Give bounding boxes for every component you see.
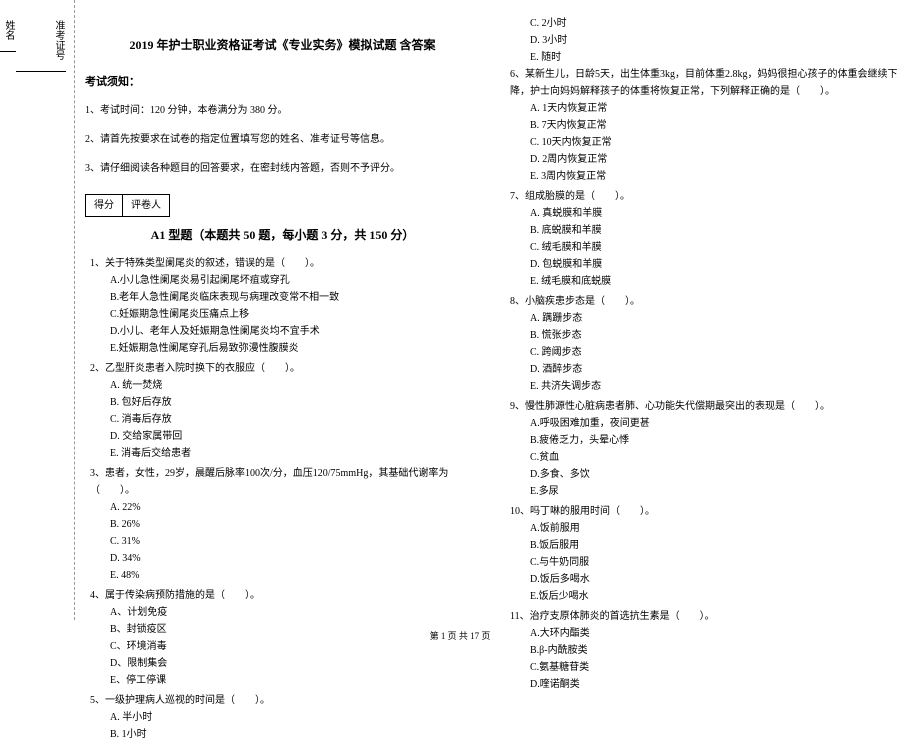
option: D、限制集会 <box>110 655 480 672</box>
options-group: A. 统一焚烧B. 包好后存放C. 消毒后存放D. 交给家属带回E. 消毒后交给… <box>85 377 480 462</box>
options-group: A.小儿急性阑尾炎易引起阑尾坏疽或穿孔B.老年人急性阑尾炎临床表现与病理改变常不… <box>85 272 480 357</box>
option: A. 真蜕膜和羊膜 <box>530 205 900 222</box>
option: A. 统一焚烧 <box>110 377 480 394</box>
options-group: A. 蹒跚步态B. 慌张步态C. 跨阈步态D. 酒醉步态E. 共济失调步态 <box>505 310 900 395</box>
options-group: A.饭前服用B.饭后服用C.与牛奶同服D.饭后多喝水E.饭后少喝水 <box>505 520 900 605</box>
option: A. 半小时 <box>110 709 480 726</box>
option: B.老年人急性阑尾炎临床表现与病理改变常不相一致 <box>110 289 480 306</box>
option: B.β-内酰胺类 <box>530 642 900 659</box>
option: D. 34% <box>110 550 480 567</box>
q5-continued-options: C. 2小时D. 3小时E. 随时 <box>505 15 900 66</box>
options-group: A、计划免疫B、封锁疫区C、环境消毒D、限制集会E、停工停课 <box>85 604 480 689</box>
instruction-item: 3、请仔细阅读各种题目的回答要求，在密封线内答题，否则不予评分。 <box>85 160 480 177</box>
option: B. 26% <box>110 516 480 533</box>
page-footer: 第 1 页 共 17 页 <box>0 629 920 642</box>
option: A.小儿急性阑尾炎易引起阑尾坏疽或穿孔 <box>110 272 480 289</box>
sidebar-exam-no: 准考证号 <box>16 20 66 600</box>
option: D. 交给家属带回 <box>110 428 480 445</box>
question-stem: 11、治疗支原体肺炎的首选抗生素是（ ）。 <box>505 608 900 625</box>
notice-label: 考试须知： <box>85 73 480 92</box>
question-stem: 8、小脑疾患步态是（ ）。 <box>505 293 900 310</box>
option: E. 共济失调步态 <box>530 378 900 395</box>
option: E. 随时 <box>530 49 900 66</box>
section-title: A1 型题（本题共 50 题，每小题 3 分，共 150 分） <box>85 225 480 245</box>
question: 3、患者，女性，29岁，晨醒后脉率100次/分，血压120/75mmHg，其基础… <box>85 465 480 584</box>
question-stem: 1、关于特殊类型阑尾炎的叙述，错误的是（ ）。 <box>85 255 480 272</box>
question-stem: 6、某新生儿，日龄5天，出生体重3kg，目前体重2.8kg，妈妈很担心孩子的体重… <box>505 66 900 100</box>
option: E.饭后少喝水 <box>530 588 900 605</box>
question: 5、一级护理病人巡视的时间是（ ）。A. 半小时B. 1小时 <box>85 692 480 743</box>
grader-col: 评卷人 <box>123 195 169 216</box>
option: D.喹诺酮类 <box>530 676 900 693</box>
option: C. 2小时 <box>530 15 900 32</box>
sidebar-name: 姓名 <box>0 20 16 600</box>
option: A. 22% <box>110 499 480 516</box>
question-stem: 3、患者，女性，29岁，晨醒后脉率100次/分，血压120/75mmHg，其基础… <box>85 465 480 499</box>
option: A. 蹒跚步态 <box>530 310 900 327</box>
right-questions: 6、某新生儿，日龄5天，出生体重3kg，目前体重2.8kg，妈妈很担心孩子的体重… <box>505 66 900 693</box>
option: B.疲倦乏力，头晕心悸 <box>530 432 900 449</box>
option: D.饭后多喝水 <box>530 571 900 588</box>
options-group: A. 1天内恢复正常B. 7天内恢复正常C. 10天内恢复正常D. 2周内恢复正… <box>505 100 900 185</box>
option: B. 包好后存放 <box>110 394 480 411</box>
option: C.与牛奶同服 <box>530 554 900 571</box>
question-stem: 7、组成胎膜的是（ ）。 <box>505 188 900 205</box>
option: E. 48% <box>110 567 480 584</box>
score-col: 得分 <box>86 195 123 216</box>
exam-title: 2019 年护士职业资格证考试《专业实务》模拟试题 含答案 <box>85 35 480 55</box>
option: A. 1天内恢复正常 <box>530 100 900 117</box>
options-group: A. 22%B. 26%C. 31%D. 34%E. 48% <box>85 499 480 584</box>
option: D. 3小时 <box>530 32 900 49</box>
option: C.妊娠期急性阑尾炎压痛点上移 <box>110 306 480 323</box>
question-stem: 10、吗丁啉的服用时间（ ）。 <box>505 503 900 520</box>
option: E. 绒毛膜和底蜕膜 <box>530 273 900 290</box>
question: 7、组成胎膜的是（ ）。A. 真蜕膜和羊膜B. 底蜕膜和羊膜C. 绒毛膜和羊膜D… <box>505 188 900 290</box>
option: E.妊娠期急性阑尾穿孔后易致弥漫性腹膜炎 <box>110 340 480 357</box>
exam-sidebar: 准考证号 姓名 省（市区） <box>0 0 75 620</box>
option: D.小儿、老年人及妊娠期急性阑尾炎均不宜手术 <box>110 323 480 340</box>
option: A、计划免疫 <box>110 604 480 621</box>
score-box: 得分 评卷人 <box>85 194 170 217</box>
option: B. 慌张步态 <box>530 327 900 344</box>
option: E.多尿 <box>530 483 900 500</box>
options-group: A. 真蜕膜和羊膜B. 底蜕膜和羊膜C. 绒毛膜和羊膜D. 包蜕膜和羊膜E. 绒… <box>505 205 900 290</box>
question: 6、某新生儿，日龄5天，出生体重3kg，目前体重2.8kg，妈妈很担心孩子的体重… <box>505 66 900 185</box>
question: 8、小脑疾患步态是（ ）。A. 蹒跚步态B. 慌张步态C. 跨阈步态D. 酒醉步… <box>505 293 900 395</box>
option: B. 1小时 <box>110 726 480 743</box>
option: E. 消毒后交给患者 <box>110 445 480 462</box>
option: A.饭前服用 <box>530 520 900 537</box>
option: C. 31% <box>110 533 480 550</box>
question-stem: 9、慢性肺源性心脏病患者肺、心功能失代偿期最突出的表现是（ ）。 <box>505 398 900 415</box>
option: E、停工停课 <box>110 672 480 689</box>
question: 1、关于特殊类型阑尾炎的叙述，错误的是（ ）。A.小儿急性阑尾炎易引起阑尾坏疽或… <box>85 255 480 357</box>
option: D. 包蜕膜和羊膜 <box>530 256 900 273</box>
option: C. 跨阈步态 <box>530 344 900 361</box>
question-stem: 5、一级护理病人巡视的时间是（ ）。 <box>85 692 480 709</box>
option: B. 底蜕膜和羊膜 <box>530 222 900 239</box>
left-questions: 1、关于特殊类型阑尾炎的叙述，错误的是（ ）。A.小儿急性阑尾炎易引起阑尾坏疽或… <box>85 255 480 743</box>
question-stem: 4、属于传染病预防措施的是（ ）。 <box>85 587 480 604</box>
option: D. 2周内恢复正常 <box>530 151 900 168</box>
option: D. 酒醉步态 <box>530 361 900 378</box>
question: 10、吗丁啉的服用时间（ ）。A.饭前服用B.饭后服用C.与牛奶同服D.饭后多喝… <box>505 503 900 605</box>
option: C. 绒毛膜和羊膜 <box>530 239 900 256</box>
question: 9、慢性肺源性心脏病患者肺、心功能失代偿期最突出的表现是（ ）。A.呼吸困难加重… <box>505 398 900 500</box>
question: 2、乙型肝炎患者入院时换下的衣服应（ ）。A. 统一焚烧B. 包好后存放C. 消… <box>85 360 480 462</box>
option: B.饭后服用 <box>530 537 900 554</box>
option: A.呼吸困难加重，夜间更甚 <box>530 415 900 432</box>
instruction-item: 2、请首先按要求在试卷的指定位置填写您的姓名、准考证号等信息。 <box>85 131 480 148</box>
instruction-item: 1、考试时间：120 分钟，本卷满分为 380 分。 <box>85 102 480 119</box>
options-group: A. 半小时B. 1小时 <box>85 709 480 743</box>
options-group: A.呼吸困难加重，夜间更甚B.疲倦乏力，头晕心悸C.贫血D.多食、多饮E.多尿 <box>505 415 900 500</box>
option: D.多食、多饮 <box>530 466 900 483</box>
question: 11、治疗支原体肺炎的首选抗生素是（ ）。A.大环内酯类B.β-内酰胺类C.氨基… <box>505 608 900 693</box>
instructions-block: 1、考试时间：120 分钟，本卷满分为 380 分。 2、请首先按要求在试卷的指… <box>85 102 480 177</box>
option: C. 10天内恢复正常 <box>530 134 900 151</box>
option: B. 7天内恢复正常 <box>530 117 900 134</box>
option: C. 消毒后存放 <box>110 411 480 428</box>
option: E. 3周内恢复正常 <box>530 168 900 185</box>
option: C.贫血 <box>530 449 900 466</box>
question-stem: 2、乙型肝炎患者入院时换下的衣服应（ ）。 <box>85 360 480 377</box>
option: C.氨基糖苷类 <box>530 659 900 676</box>
